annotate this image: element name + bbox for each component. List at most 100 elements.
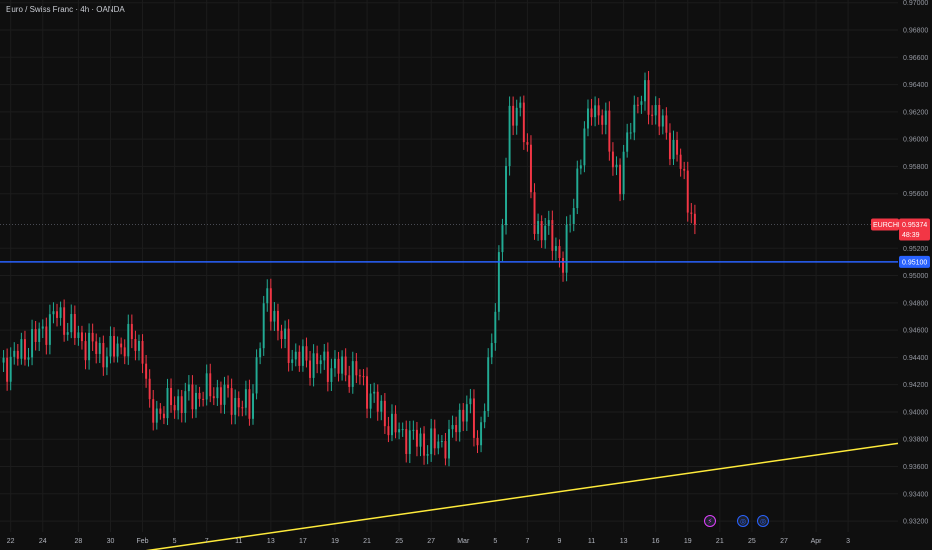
candle-body [45,326,48,345]
candle-body [248,389,251,419]
candle-body [341,356,344,374]
x-tick-label: 11 [235,538,242,545]
y-tick-label: 0.94000 [903,409,928,416]
candle-body [273,310,276,322]
candle-body [223,384,226,405]
event-icon[interactable]: ◎ [737,515,749,527]
candle-body [430,428,433,455]
x-tick-label: Feb [137,538,149,545]
candle-body [312,353,315,378]
candle-body [611,151,614,168]
candle-body [601,115,604,125]
support-badge-text: 0.95100 [902,259,927,266]
candle-body [554,246,557,251]
candle-body [380,400,383,412]
candle-body [426,454,429,456]
candle-body [298,351,301,366]
candle-body [102,342,105,368]
candle-body [476,437,479,446]
y-tick-label: 0.94800 [903,300,928,307]
candle-body [608,110,611,152]
candle-body [654,105,657,116]
candle-body [683,168,686,171]
candle-body [38,328,41,342]
candle-body [276,310,279,331]
candle-body [626,132,629,152]
candle-body [219,387,222,405]
candle-body [373,391,376,394]
candle-body [130,323,133,340]
candle-body [636,104,639,106]
candle-body [348,375,351,387]
candle-body [141,340,144,364]
event-icon[interactable]: ◎ [757,515,769,527]
candle-body [658,105,661,127]
candle-body [13,350,16,357]
x-tick-label: 25 [748,538,756,545]
candle-body [280,330,283,340]
event-icon-glyph: ◎ [740,519,746,526]
candle-body [127,323,130,357]
candle-body [291,359,294,363]
candle-body [366,376,369,409]
candle-body [88,332,91,361]
x-tick-label: 30 [107,538,115,545]
candle-body [191,384,194,410]
lightning-icon[interactable]: ⚡ [704,515,716,527]
candle-body [134,339,137,351]
candle-body [145,363,148,379]
candle-body [66,332,69,335]
candle-body [337,358,340,374]
candle-body [234,398,237,415]
y-tick-label: 0.95800 [903,164,928,171]
candle-body [640,101,643,105]
candle-body [480,422,483,446]
candle-body [369,393,372,409]
candle-body [483,411,486,423]
candle-body [73,314,76,339]
candle-body [120,343,123,348]
x-tick-label: 7 [205,538,209,545]
y-tick-label: 0.95600 [903,191,928,198]
candle-body [326,351,329,382]
candle-body [594,105,597,118]
candle-body [259,348,262,358]
candle-body [152,399,155,423]
candle-body [562,258,565,273]
candle-body [537,221,540,234]
candle-body [383,400,386,427]
candle-body [355,361,358,376]
candle-body [305,346,308,361]
candle-body [244,389,247,408]
candle-body [622,151,625,195]
candle-body [34,329,37,342]
candle-body [469,398,472,405]
candle-body [70,314,73,333]
candle-body [408,430,411,454]
candle-body [162,413,165,419]
candle-body [615,164,618,168]
candle-body [209,373,212,397]
event-icon-glyph: ⚡ [708,518,713,526]
candle-body [173,405,176,411]
x-tick-label: 21 [363,538,371,545]
candle-body [344,356,347,376]
candle-body [519,102,522,108]
candle-body [80,332,83,342]
candle-body [27,357,30,360]
candle-body [583,128,586,166]
candle-body [693,213,696,225]
candle-body [6,357,9,382]
candle-body [512,105,515,126]
candle-body [198,392,201,399]
candle-body [394,413,397,433]
x-tick-label: 21 [716,538,724,545]
x-tick-label: 19 [684,538,692,545]
x-tick-label: 7 [525,538,529,545]
event-icon-glyph: ◎ [760,519,766,526]
y-tick-label: 0.96600 [903,55,928,62]
candle-body [690,212,693,214]
chart-canvas[interactable]: 0.95100 EURCHF 0.95374 48:39 0.97000 0.96800 0… [0,0,932,550]
last-price-countdown: 48:39 [902,232,920,239]
candle-body [376,391,379,412]
